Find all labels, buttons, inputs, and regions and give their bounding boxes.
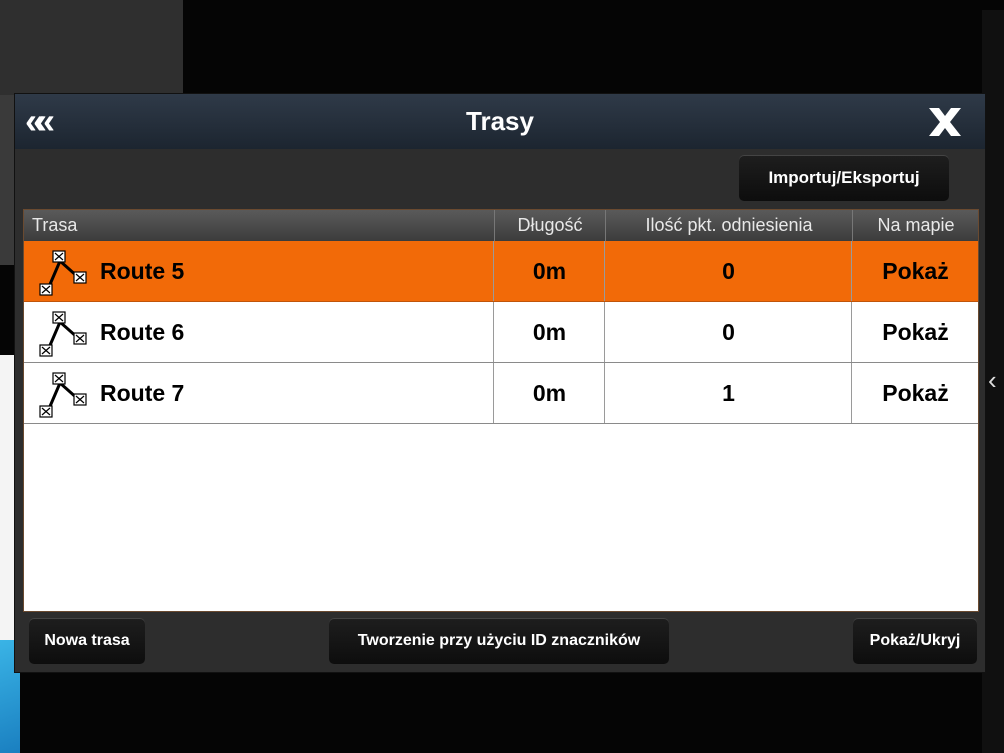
routes-dialog: «« Trasy Importuj/Eksportuj Trasa Długoś… [14,93,986,673]
route-icon [39,372,87,418]
side-panel-chevron-icon[interactable]: ‹ [988,365,1004,395]
route-length: 0m [493,302,605,362]
route-name-cell: Route 6 [38,302,478,362]
show-hide-button[interactable]: Pokaż/Ukryj [853,618,977,664]
route-name-cell: Route 7 [38,363,478,423]
route-waypoint-count: 0 [604,241,852,301]
route-name: Route 7 [100,380,185,406]
show-on-map-button[interactable]: Pokaż [851,241,979,301]
column-header-on-map[interactable]: Na mapie [852,210,979,241]
background-panel [0,0,183,95]
route-name: Route 5 [100,258,185,284]
column-header-waypoints[interactable]: Ilość pkt. odniesienia [605,210,852,241]
column-header-length[interactable]: Długość [494,210,605,241]
show-on-map-button[interactable]: Pokaż [851,302,979,362]
new-route-button[interactable]: Nowa trasa [29,618,145,664]
table-row[interactable]: Route 6 0m 0 Pokaż [24,302,978,363]
route-waypoint-count: 0 [604,302,852,362]
back-double-chevron-icon[interactable]: «« [25,102,81,140]
route-length: 0m [493,363,605,423]
column-header-route[interactable]: Trasa [32,210,77,241]
route-waypoint-count: 1 [604,363,852,423]
dialog-title: Trasy [466,106,534,136]
route-icon [39,311,87,357]
routes-table: Trasa Długość Ilość pkt. odniesienia Na … [23,209,979,612]
route-name-cell: Route 5 [38,241,478,301]
title-bar: «« Trasy [15,94,985,149]
close-icon[interactable] [923,100,967,144]
route-icon [39,250,87,296]
show-on-map-button[interactable]: Pokaż [851,363,979,423]
create-by-marker-id-button[interactable]: Tworzenie przy użyciu ID znaczników [329,618,669,664]
table-header: Trasa Długość Ilość pkt. odniesienia Na … [24,210,978,241]
table-row[interactable]: Route 5 0m 0 Pokaż [24,241,978,302]
route-length: 0m [493,241,605,301]
table-row[interactable]: Route 7 0m 1 Pokaż [24,363,978,424]
route-name: Route 6 [100,319,185,345]
import-export-button[interactable]: Importuj/Eksportuj [739,155,949,201]
